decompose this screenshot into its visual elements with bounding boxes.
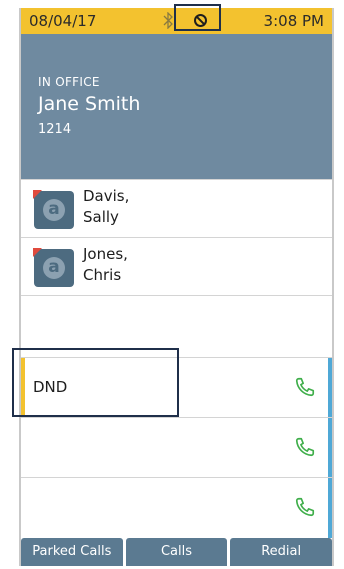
user-name: Jane Smith [38,93,141,115]
phone-screen: 08/04/17 3:08 PM IN OFFICE Jane Smith 12… [19,8,334,566]
avatar-letter: a [43,199,65,221]
contact-name-line2: Chris [83,266,122,284]
status-icon-highlight [174,4,221,31]
line-key-edge [328,478,332,538]
bluetooth-icon [163,12,173,29]
redial-button[interactable]: Redial [230,538,332,566]
user-extension: 1214 [38,122,72,137]
contact-name-line1: Davis, [83,187,130,205]
calls-button[interactable]: Calls [125,538,228,566]
presence-flag-icon [33,248,42,257]
user-header: IN OFFICE Jane Smith 1214 [21,34,332,179]
line-key[interactable] [21,417,332,477]
phone-icon[interactable] [294,436,316,458]
softkey-bar: Parked Calls Calls Redial [21,538,332,566]
presence-flag-icon [33,190,42,199]
line-key-edge [328,418,332,477]
phone-icon[interactable] [294,496,316,518]
parked-calls-button[interactable]: Parked Calls [21,538,123,566]
contact-name-line2: Sally [83,208,119,226]
avatar: a [33,190,74,229]
line-key[interactable] [21,477,332,538]
contact-item[interactable]: a Davis, Sally [21,179,332,237]
avatar-letter: a [43,257,65,279]
status-date: 08/04/17 [29,12,97,30]
contact-name: Jones, Chris [83,244,128,286]
avatar: a [33,248,74,287]
contact-item[interactable]: a Jones, Chris [21,237,332,296]
contact-name-line1: Jones, [83,245,128,263]
status-time: 3:08 PM [263,12,324,30]
phone-icon[interactable] [294,376,316,398]
dnd-key-highlight [12,348,179,417]
line-key-edge [328,358,332,417]
presence-status: IN OFFICE [38,75,100,89]
contact-name: Davis, Sally [83,186,129,228]
